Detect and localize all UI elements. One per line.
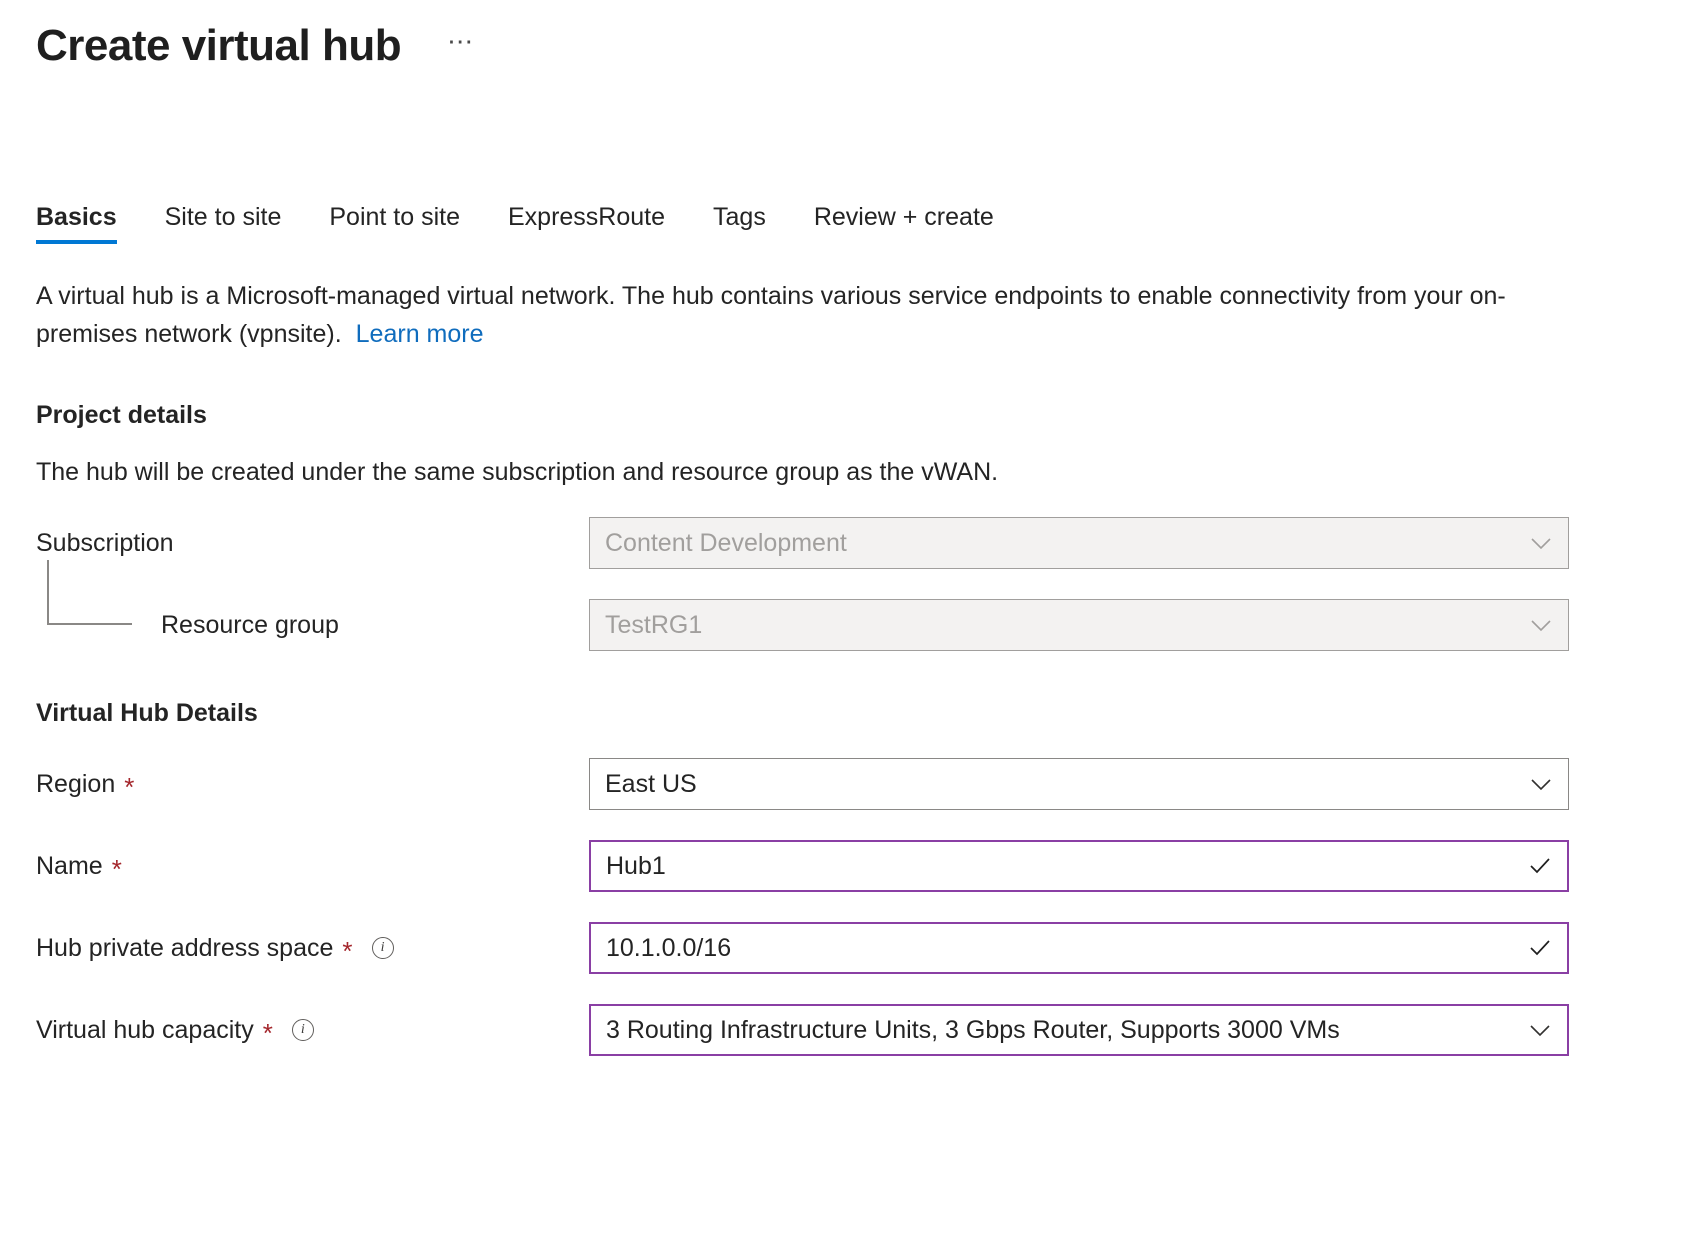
tab-site-to-site[interactable]: Site to site <box>141 205 306 244</box>
tab-expressroute[interactable]: ExpressRoute <box>484 205 689 244</box>
checkmark-icon <box>1527 935 1553 961</box>
tab-point-to-site[interactable]: Point to site <box>305 205 484 244</box>
region-label: Region <box>36 770 115 799</box>
project-details-form: Subscription Content Development Resourc… <box>36 517 1664 651</box>
blade-description: A virtual hub is a Microsoft-managed vir… <box>36 278 1596 353</box>
name-value: Hub1 <box>606 852 1515 881</box>
tree-connector-icon <box>47 560 132 625</box>
tab-bar: Basics Site to site Point to site Expres… <box>36 190 1664 244</box>
resource-group-label: Resource group <box>161 611 339 640</box>
required-asterisk: * <box>263 1020 273 1046</box>
chevron-down-icon <box>1528 612 1554 638</box>
virtual-hub-capacity-value: 3 Routing Infrastructure Units, 3 Gbps R… <box>606 1016 1515 1045</box>
tab-review-create[interactable]: Review + create <box>790 205 1018 244</box>
required-asterisk: * <box>112 856 122 882</box>
resource-group-value: TestRG1 <box>605 611 1516 640</box>
hub-private-address-space-input[interactable]: 10.1.0.0/16 <box>589 922 1569 974</box>
name-label-cell: Name * <box>36 840 589 892</box>
hub-private-address-space-row: Hub private address space * i 10.1.0.0/1… <box>36 922 1664 974</box>
name-label: Name <box>36 852 103 881</box>
blade-header: Create virtual hub ⋯ <box>36 0 1664 70</box>
tab-basics[interactable]: Basics <box>36 205 141 244</box>
project-details-subtext: The hub will be created under the same s… <box>36 458 1664 487</box>
subscription-label: Subscription <box>36 529 174 558</box>
region-row: Region * East US <box>36 758 1664 810</box>
create-virtual-hub-blade: Create virtual hub ⋯ Basics Site to site… <box>0 0 1700 1246</box>
resource-group-label-cell: Resource group <box>36 599 589 651</box>
more-options-icon[interactable]: ⋯ <box>441 24 482 58</box>
hub-private-address-space-label-cell: Hub private address space * i <box>36 922 589 974</box>
resource-group-dropdown[interactable]: TestRG1 <box>589 599 1569 651</box>
chevron-down-icon <box>1528 771 1554 797</box>
region-label-cell: Region * <box>36 758 589 810</box>
name-input[interactable]: Hub1 <box>589 840 1569 892</box>
subscription-value: Content Development <box>605 529 1516 558</box>
subscription-dropdown[interactable]: Content Development <box>589 517 1569 569</box>
hub-private-address-space-value: 10.1.0.0/16 <box>606 934 1515 963</box>
info-icon[interactable]: i <box>292 1019 314 1041</box>
page-title: Create virtual hub <box>36 22 401 70</box>
region-value: East US <box>605 770 1516 799</box>
chevron-down-icon <box>1527 1017 1553 1043</box>
virtual-hub-details-form: Region * East US Name * Hub1 <box>36 758 1664 1056</box>
tab-tags[interactable]: Tags <box>689 205 790 244</box>
subscription-row: Subscription Content Development <box>36 517 1664 569</box>
info-icon[interactable]: i <box>372 937 394 959</box>
blade-description-text: A virtual hub is a Microsoft-managed vir… <box>36 282 1506 348</box>
virtual-hub-capacity-dropdown[interactable]: 3 Routing Infrastructure Units, 3 Gbps R… <box>589 1004 1569 1056</box>
learn-more-link[interactable]: Learn more <box>356 320 484 348</box>
resource-group-row: Resource group TestRG1 <box>36 599 1664 651</box>
chevron-down-icon <box>1528 530 1554 556</box>
virtual-hub-details-heading: Virtual Hub Details <box>36 699 1664 728</box>
required-asterisk: * <box>124 774 134 800</box>
required-asterisk: * <box>342 938 352 964</box>
name-row: Name * Hub1 <box>36 840 1664 892</box>
virtual-hub-capacity-label-cell: Virtual hub capacity * i <box>36 1004 589 1056</box>
project-details-heading: Project details <box>36 401 1664 430</box>
subscription-label-cell: Subscription <box>36 517 589 569</box>
hub-private-address-space-label: Hub private address space <box>36 934 333 963</box>
virtual-hub-capacity-row: Virtual hub capacity * i 3 Routing Infra… <box>36 1004 1664 1056</box>
region-dropdown[interactable]: East US <box>589 758 1569 810</box>
checkmark-icon <box>1527 853 1553 879</box>
virtual-hub-capacity-label: Virtual hub capacity <box>36 1016 254 1045</box>
